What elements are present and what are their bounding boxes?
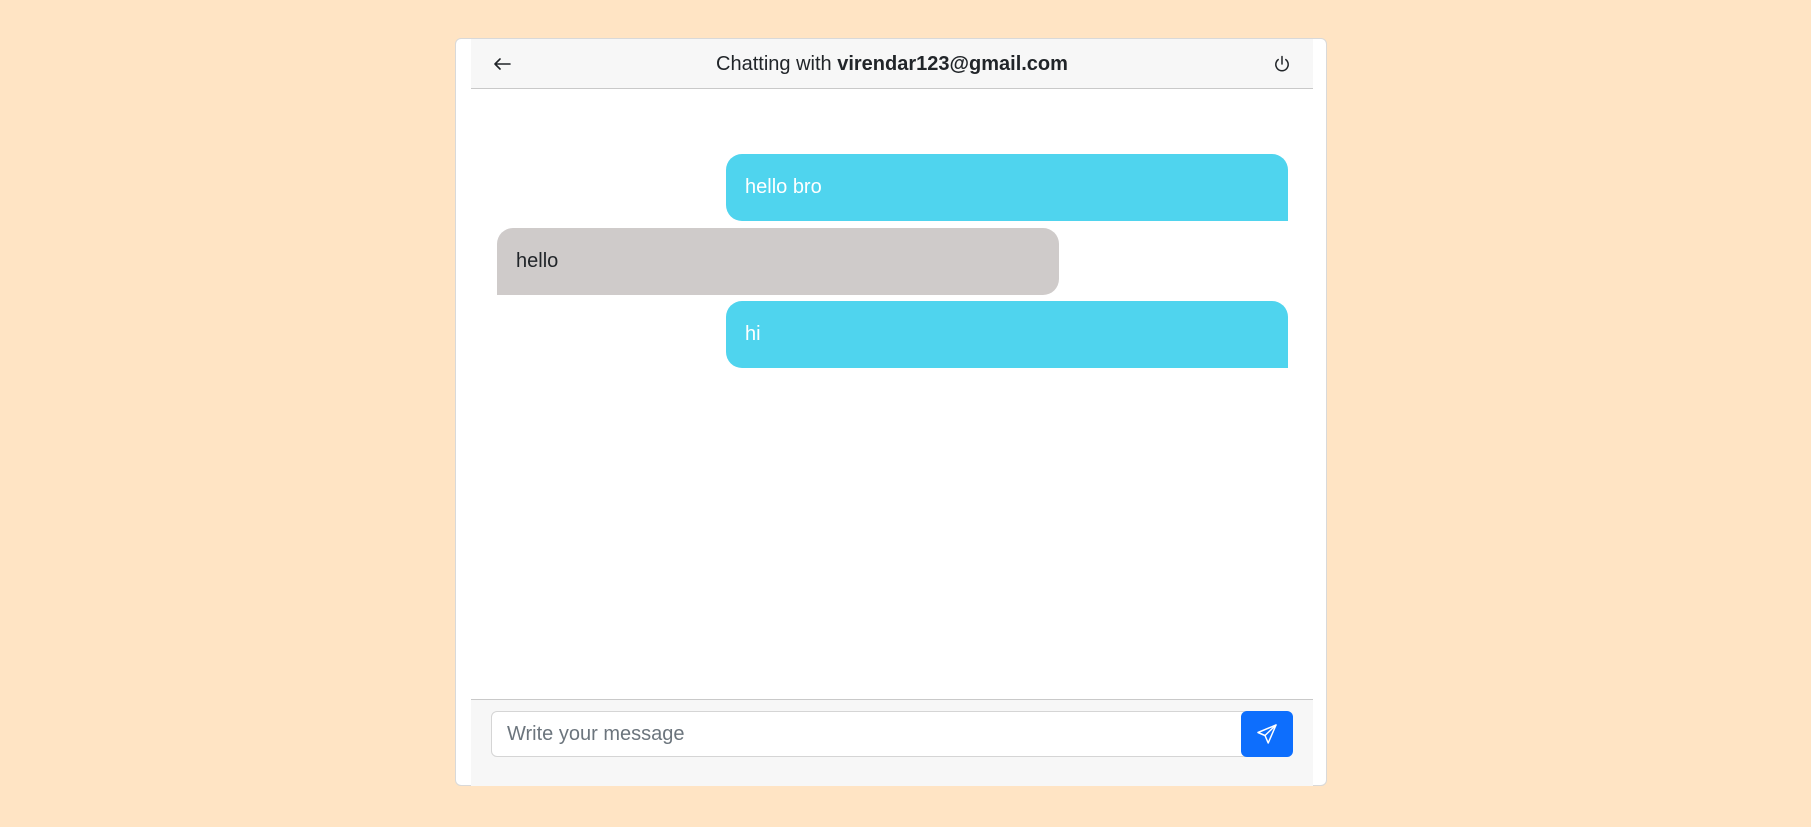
composer bbox=[471, 699, 1313, 786]
chat-card: Chatting with virendar123@gmail.com hell… bbox=[455, 38, 1327, 786]
message-bubble-sent: hello bro bbox=[726, 154, 1288, 221]
chat-title: Chatting with virendar123@gmail.com bbox=[471, 39, 1313, 89]
send-icon bbox=[1257, 724, 1277, 744]
send-button[interactable] bbox=[1241, 711, 1293, 757]
message-list: hello bro hello hi bbox=[471, 89, 1313, 699]
contact-email: virendar123@gmail.com bbox=[837, 53, 1068, 75]
message-bubble-sent: hi bbox=[726, 301, 1288, 368]
message-bubble-received: hello bbox=[497, 228, 1059, 295]
power-icon bbox=[1275, 55, 1289, 72]
logout-button[interactable] bbox=[1269, 51, 1295, 77]
chat-header: Chatting with virendar123@gmail.com bbox=[471, 39, 1313, 89]
chat-title-prefix: Chatting with bbox=[716, 53, 838, 75]
message-input[interactable] bbox=[491, 711, 1247, 757]
